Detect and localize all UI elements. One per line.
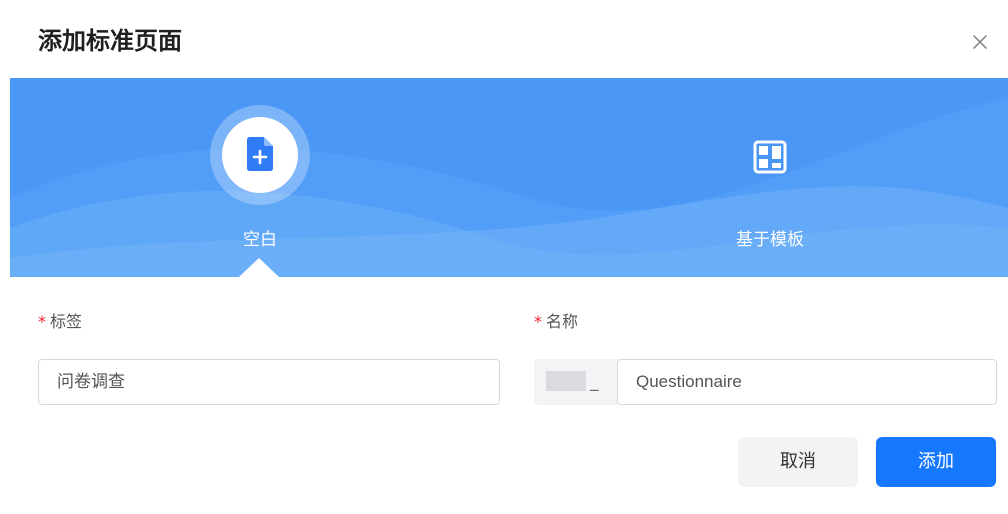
blank-page-add-icon xyxy=(247,137,273,171)
page-type-banner: 空白 基于模板 xyxy=(10,78,1008,277)
option-template[interactable]: 基于模板 xyxy=(670,78,870,277)
dialog-header: 添加标准页面 xyxy=(10,10,1008,78)
tag-input[interactable]: 问卷调查 xyxy=(38,359,500,405)
required-mark: * xyxy=(534,312,542,331)
cancel-button[interactable]: 取消 xyxy=(738,437,858,487)
selected-pointer xyxy=(239,258,279,277)
dialog-title: 添加标准页面 xyxy=(38,27,182,55)
close-icon[interactable] xyxy=(968,30,992,54)
required-mark: * xyxy=(38,312,46,331)
name-prefix: _ xyxy=(534,359,618,405)
option-template-label: 基于模板 xyxy=(736,230,804,250)
redacted-prefix xyxy=(546,371,586,391)
name-label: * 名称 xyxy=(534,310,578,334)
add-standard-page-dialog: 添加标准页面 空白 基于模板 * 标签 问卷调查 * 名称 _ Question… xyxy=(10,10,1008,514)
prefix-separator: _ xyxy=(590,372,599,392)
add-button[interactable]: 添加 xyxy=(876,437,996,487)
tag-label-text: 标签 xyxy=(50,312,83,331)
option-blank-label: 空白 xyxy=(243,230,277,250)
tag-label: * 标签 xyxy=(38,310,82,334)
name-label-text: 名称 xyxy=(546,312,579,331)
name-input[interactable]: Questionnaire xyxy=(617,359,997,405)
option-blank[interactable]: 空白 xyxy=(160,78,360,277)
template-layout-icon xyxy=(753,140,787,174)
blank-icon-circle xyxy=(222,117,298,193)
